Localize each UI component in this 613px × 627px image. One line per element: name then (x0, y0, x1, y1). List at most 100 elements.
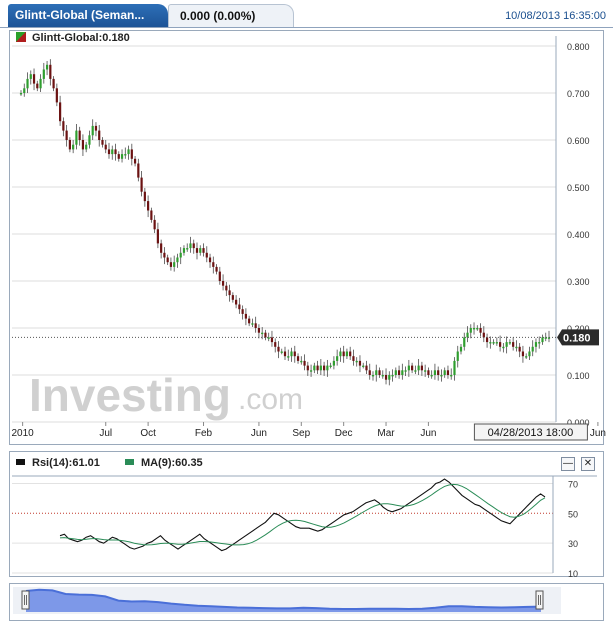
candle-down (427, 370, 430, 375)
candle-down (358, 360, 362, 366)
candle-down (195, 248, 199, 253)
time-axis-tick: Mar (377, 428, 395, 439)
candle-up (319, 365, 322, 371)
candle-up (309, 370, 313, 372)
candle-up (489, 342, 492, 344)
candle-up (404, 370, 407, 372)
candle-down (411, 365, 414, 371)
navigator-handle-left (21, 590, 30, 610)
candle-up (23, 88, 26, 93)
rsi-axis-tick: 30 (568, 539, 578, 549)
rsi-legend-icon (16, 459, 25, 465)
candle-up (300, 360, 303, 363)
candle-down (254, 323, 257, 328)
candle-down (143, 191, 146, 202)
candle-up (326, 365, 329, 371)
candle-up (19, 93, 23, 95)
candle-down (160, 243, 163, 253)
candle-up (124, 154, 127, 156)
candle-up (538, 342, 541, 344)
candle-down (512, 342, 515, 347)
candle-up (534, 342, 538, 347)
candle-up (199, 248, 202, 253)
navigator-handle-right (535, 590, 544, 610)
candle-down (479, 328, 482, 333)
candle-down (140, 177, 143, 192)
candle-down (306, 365, 309, 371)
candle-up (472, 328, 476, 330)
candle-down (94, 125, 98, 131)
price-axis-tick: 0.500 (567, 183, 590, 193)
candle-up (75, 130, 78, 145)
time-axis-tick: Jul (99, 428, 112, 439)
candle-up (313, 365, 316, 371)
candle-up (186, 248, 189, 250)
candle-down (323, 365, 326, 371)
candle-up (508, 342, 511, 344)
candle-down (104, 144, 107, 150)
minimize-button[interactable]: — (561, 457, 575, 471)
rsi-legend-item: Rsi(14):61.01 (16, 457, 100, 469)
time-axis-tick: 2010 (12, 428, 35, 439)
candle-down (518, 346, 521, 352)
candle-legend-icon (16, 32, 26, 42)
candle-down (238, 304, 241, 310)
candle-up (417, 365, 420, 371)
candle-up (495, 342, 498, 344)
candle-up (450, 375, 453, 377)
candle-down (202, 248, 205, 253)
candle-up (424, 370, 427, 372)
candle-down (117, 154, 120, 159)
rsi-axis-tick: 10 (568, 569, 578, 579)
candle-down (365, 365, 368, 371)
main-legend-text: Glintt-Global:0.180 (32, 32, 130, 44)
candle-up (72, 144, 75, 150)
candle-up (287, 356, 290, 358)
main-legend: Glintt-Global:0.180 (16, 32, 130, 44)
candle-up (179, 252, 182, 258)
candle-down (221, 281, 225, 286)
candle-down (169, 262, 173, 267)
candle-up (88, 135, 91, 145)
candle-down (277, 346, 280, 352)
price-axis-tick: 0.600 (567, 136, 590, 146)
price-axis-tick: 0.400 (567, 230, 590, 240)
candle-up (515, 346, 518, 349)
candle-up (456, 351, 459, 361)
close-button[interactable]: ✕ (581, 457, 595, 471)
candle-up (280, 351, 283, 353)
time-axis-tick: Oct (140, 428, 156, 439)
candle-down (107, 149, 111, 155)
candle-down (485, 337, 489, 343)
candle-up (453, 360, 456, 375)
candle-down (368, 370, 371, 375)
last-price-label: 0.180 (563, 332, 591, 344)
candle-up (336, 356, 339, 361)
time-axis-tick: Feb (195, 428, 213, 439)
candle-up (120, 154, 124, 159)
candle-down (264, 332, 267, 338)
candle-down (153, 219, 156, 230)
candle-down (32, 74, 36, 84)
watermark-word: Investing (29, 369, 231, 421)
candle-down (205, 252, 208, 258)
candle-down (244, 313, 247, 319)
rsi-axis-tick: 70 (568, 479, 578, 489)
candle-up (173, 262, 176, 267)
candle-down (147, 201, 150, 211)
candle-up (261, 332, 264, 335)
candle-up (176, 257, 179, 263)
candle-up (394, 370, 397, 375)
candle-down (150, 210, 153, 220)
candle-down (342, 351, 345, 357)
candle-up (29, 74, 32, 79)
candle-down (316, 365, 319, 371)
price-axis-tick: 0.800 (567, 42, 590, 52)
candle-down (228, 290, 231, 296)
candle-down (156, 229, 159, 244)
price-axis-tick: 0.300 (567, 277, 590, 287)
candle-up (42, 69, 45, 79)
chart-widget: Glintt-Global (Seman... 0.000 (0.00%) 10… (0, 0, 613, 627)
candle-up (91, 125, 94, 136)
candle-up (541, 337, 544, 343)
